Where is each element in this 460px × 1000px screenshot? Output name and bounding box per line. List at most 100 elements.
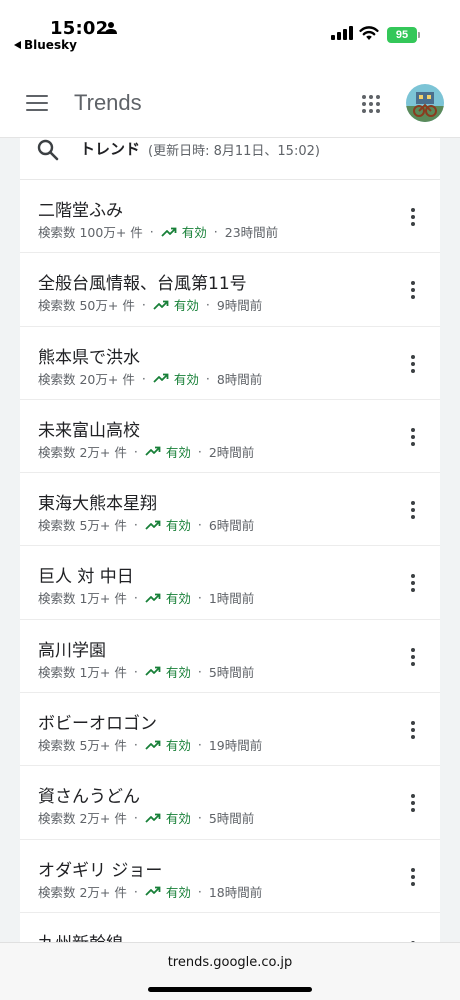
trend-title: 全般台風情報、台風第11号 (38, 274, 247, 295)
trends-list: 二階堂ふみ 検索数 100万+ 件 · 有効 · 23時間前 全般台風情報、台風第11号 検索… (20, 180, 440, 942)
trend-started-time: 9時間前 (216, 298, 263, 314)
person-icon (105, 22, 117, 34)
battery-icon: 95 (387, 27, 420, 43)
trend-meta: 検索数 2万+ 件 · 有効 · 18時間前 (38, 882, 262, 901)
avatar[interactable] (406, 84, 444, 122)
separator: · (213, 224, 218, 239)
trend-item[interactable]: 高川学園 検索数 1万+ 件 · 有効 · 5時間前 (20, 620, 440, 694)
status-time: 15:02 (50, 18, 109, 39)
trends-heading: トレンド (80, 140, 141, 158)
separator: · (149, 224, 154, 239)
search-volume: 検索数 2万+ 件 (38, 811, 127, 827)
more-vert-icon[interactable] (410, 501, 416, 520)
trend-title: 未来富山高校 (38, 420, 140, 441)
more-vert-icon[interactable] (410, 208, 416, 226)
trend-item[interactable]: 全般台風情報、台風第11号 検索数 50万+ 件 · 有効 · 9時間前 (20, 253, 440, 327)
more-vert-icon[interactable] (410, 721, 416, 740)
signal-icon (331, 26, 353, 40)
trend-item[interactable]: 東海大熊本星翔 検索数 5万+ 件 · 有効 · 6時間前 (20, 473, 440, 547)
back-to-app-link[interactable]: Bluesky (14, 38, 77, 52)
trend-status: 有効 (165, 444, 191, 460)
separator: · (133, 663, 138, 679)
trend-item[interactable]: 未来富山高校 検索数 2万+ 件 · 有効 · 2時間前 (20, 400, 440, 474)
back-arrow-icon (14, 41, 21, 49)
trend-started-time: 23時間前 (224, 225, 279, 240)
trending-up-icon (161, 227, 177, 237)
trend-item[interactable]: 資さんうどん検索数 2万+ 件 · 有効 · 5時間前 (20, 766, 440, 840)
trending-up-icon (145, 813, 161, 823)
separator: · (197, 737, 202, 753)
separator: · (197, 810, 202, 826)
separator: · (133, 443, 138, 459)
search-volume: 検索数 5万+ 件 (38, 518, 127, 534)
search-volume: 検索数 5万+ 件 (38, 738, 127, 754)
trending-up-icon (145, 740, 161, 750)
trend-meta: 検索数 100万+ 件 · 有効 · 23時間前 (38, 222, 278, 241)
trend-title: 東海大熊本星翔 (38, 494, 157, 515)
search-volume: 検索数 100万+ 件 (38, 225, 143, 240)
battery-level: 95 (387, 27, 417, 43)
search-volume: 検索数 20万+ 件 (38, 371, 135, 387)
more-vert-icon[interactable] (410, 647, 416, 666)
trend-item[interactable]: 九州新幹線 (20, 913, 440, 942)
more-vert-icon[interactable] (410, 281, 416, 300)
trend-item[interactable]: 熊本県で洪水 検索数 20万+ 件 · 有効 · 8時間前 (20, 327, 440, 400)
more-vert-icon[interactable] (410, 867, 416, 886)
separator: · (197, 443, 202, 459)
trend-started-time: 5時間前 (208, 664, 255, 680)
trend-item[interactable]: 巨人 対 中日 検索数 1万+ 件 · 有効 · 1時間前 (20, 546, 440, 620)
trend-meta: 検索数 2万+ 件 · 有効 · 2時間前 (38, 442, 254, 461)
trend-title: ボビーオロゴン (38, 714, 157, 735)
updated-timestamp: (更新日時: 8月11日、15:02) (148, 144, 320, 159)
back-app-label: Bluesky (24, 38, 77, 52)
trends-card: トレンド (更新日時: 8月11日、15:02) 二階堂ふみ 検索数 100万+ … (20, 138, 440, 942)
more-vert-icon[interactable] (410, 574, 416, 593)
trend-title: 巨人 対 中日 (38, 567, 134, 588)
home-indicator (148, 987, 312, 992)
separator: · (197, 590, 202, 606)
separator: · (205, 297, 210, 313)
trends-header-row: トレンド (更新日時: 8月11日、15:02) (20, 138, 440, 180)
trend-meta: 検索数 1万+ 件 · 有効 · 1時間前 (38, 588, 254, 607)
trend-title: 熊本県で洪水 (38, 347, 140, 368)
trend-title: 九州新幹線 (38, 929, 123, 942)
trend-meta: 検索数 5万+ 件 · 有効 · 6時間前 (38, 515, 254, 534)
trend-item[interactable]: ボビーオロゴン 検索数 5万+ 件 · 有効 · 19時間前 (20, 693, 440, 767)
separator: · (133, 737, 138, 753)
apps-grid-icon[interactable] (362, 95, 380, 113)
trending-up-icon (153, 373, 169, 383)
separator: · (141, 370, 146, 386)
separator: · (197, 663, 202, 679)
trend-item[interactable]: 二階堂ふみ 検索数 100万+ 件 · 有効 · 23時間前 (20, 180, 440, 254)
menu-icon[interactable] (26, 95, 48, 111)
trend-item[interactable]: オダギリ ジョー 検索数 2万+ 件 · 有効 · 18時間前 (20, 840, 440, 913)
separator: · (133, 883, 138, 899)
trending-up-icon (145, 666, 161, 676)
trending-up-icon (145, 446, 161, 457)
trend-title: 資さんうどん (38, 787, 140, 808)
trend-status: 有効 (173, 371, 199, 387)
trend-meta: 検索数 20万+ 件 · 有効 · 8時間前 (38, 369, 262, 388)
trending-up-icon (145, 520, 161, 530)
separator: · (133, 810, 138, 826)
search-icon[interactable] (36, 138, 60, 162)
trend-meta: 検索数 50万+ 件 · 有効 · 9時間前 (38, 295, 262, 314)
content-area: トレンド (更新日時: 8月11日、15:02) 二階堂ふみ 検索数 100万+ … (0, 138, 460, 942)
trend-started-time: 5時間前 (208, 811, 255, 827)
trending-up-icon (145, 593, 161, 603)
more-vert-icon[interactable] (410, 354, 416, 373)
trend-started-time: 18時間前 (208, 884, 263, 900)
trend-meta: 検索数 1万+ 件 · 有効 · 5時間前 (38, 662, 254, 681)
search-volume: 検索数 1万+ 件 (38, 664, 127, 680)
search-volume: 検索数 50万+ 件 (38, 298, 135, 314)
status-bar: 15:02 Bluesky 95 (0, 0, 460, 60)
url-text[interactable]: trends.google.co.jp (0, 955, 460, 970)
trend-status: 有効 (165, 811, 191, 827)
trending-up-icon (153, 300, 169, 310)
search-volume: 検索数 2万+ 件 (38, 444, 127, 460)
search-volume: 検索数 1万+ 件 (38, 591, 127, 607)
more-vert-icon[interactable] (410, 794, 416, 813)
separator: · (197, 517, 202, 533)
more-vert-icon[interactable] (410, 427, 416, 446)
search-volume: 検索数 2万+ 件 (38, 884, 127, 900)
